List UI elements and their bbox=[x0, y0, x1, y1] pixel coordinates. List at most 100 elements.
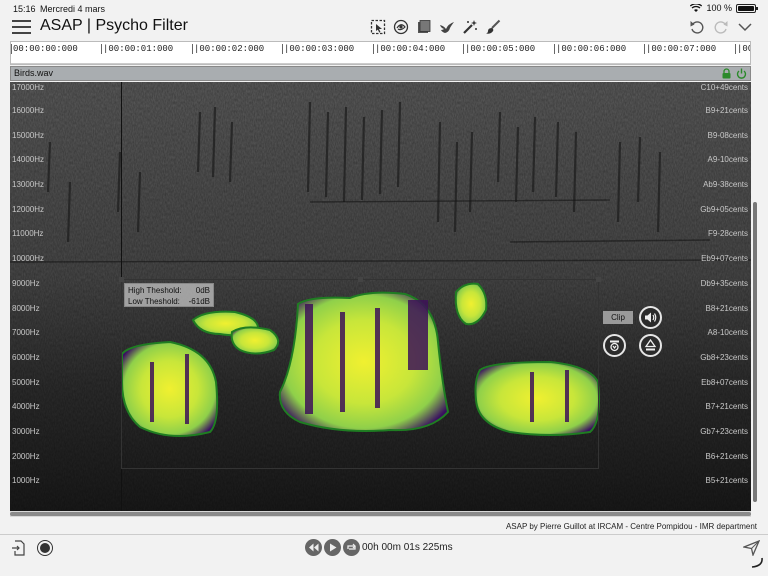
filter-down-icon bbox=[610, 340, 619, 352]
status-bar: 15:16 Mercredi 4 mars 100 % bbox=[0, 0, 768, 16]
ruler-tick: |00:00:04:000 bbox=[373, 44, 446, 54]
ruler-tick: |00:0 bbox=[735, 44, 750, 54]
tool-palette bbox=[369, 18, 502, 36]
note-label: Eb9+07cents bbox=[701, 254, 748, 263]
power-icon[interactable] bbox=[736, 68, 747, 79]
track-header[interactable]: Birds.wav bbox=[10, 66, 751, 81]
redo-icon[interactable] bbox=[712, 18, 730, 36]
note-label: B7+21cents bbox=[705, 402, 748, 411]
freq-label: 11000Hz bbox=[12, 229, 44, 238]
loop-button[interactable] bbox=[343, 539, 360, 556]
rewind-icon bbox=[309, 543, 319, 552]
activity-spinner-icon bbox=[750, 555, 764, 574]
note-label: A9-10cents bbox=[707, 155, 748, 164]
high-threshold-label: High Theshold: bbox=[128, 286, 182, 295]
status-right: 100 % bbox=[690, 3, 758, 13]
lock-icon[interactable] bbox=[721, 68, 732, 79]
note-label: Gb8+23cents bbox=[700, 353, 748, 362]
freq-label: 13000Hz bbox=[12, 180, 45, 189]
high-threshold-value: 0dB bbox=[195, 286, 210, 295]
filter-down-button[interactable] bbox=[603, 334, 626, 357]
note-label: B8+21cents bbox=[705, 304, 748, 313]
horizontal-scroll-thumb[interactable] bbox=[10, 512, 751, 516]
bottom-bar: 00h 00m 01s 225ms bbox=[0, 535, 768, 576]
freq-label: 1000Hz bbox=[12, 476, 40, 485]
selection-handle[interactable] bbox=[358, 277, 363, 282]
speaker-icon bbox=[645, 312, 657, 323]
select-region-icon[interactable] bbox=[369, 18, 387, 36]
battery-level bbox=[738, 5, 754, 11]
note-label: C10+49cents bbox=[700, 83, 748, 92]
status-time: 15:16 bbox=[13, 4, 36, 14]
record-button[interactable] bbox=[37, 540, 53, 556]
note-label: Gb7+23cents bbox=[700, 427, 748, 436]
time-ruler[interactable]: 00:00:00:000 |00:00:01:000 |00:00:02:000… bbox=[10, 41, 751, 65]
vertical-scroll-thumb[interactable] bbox=[753, 202, 757, 502]
hamburger-menu-icon[interactable] bbox=[12, 20, 31, 34]
ruler-tick: 00:00:00:000 bbox=[11, 44, 78, 54]
history-controls bbox=[688, 18, 754, 36]
status-date: Mercredi 4 mars bbox=[40, 4, 106, 14]
spectrogram-view[interactable]: 17000Hz 16000Hz 15000Hz 14000Hz 13000Hz … bbox=[10, 82, 751, 511]
battery-percent: 100 % bbox=[706, 3, 732, 13]
note-label: Ab9-38cents bbox=[703, 180, 748, 189]
magic-wand-icon[interactable] bbox=[461, 18, 479, 36]
speaker-button[interactable] bbox=[639, 306, 662, 329]
eraser-icon[interactable] bbox=[415, 18, 433, 36]
import-file-icon[interactable] bbox=[11, 540, 25, 561]
freq-label: 12000Hz bbox=[12, 205, 45, 214]
app-window: 15:16 Mercredi 4 mars 100 % ASAP | Psych… bbox=[0, 0, 768, 576]
freq-label: 2000Hz bbox=[12, 452, 40, 461]
lasso-icon[interactable] bbox=[392, 18, 410, 36]
freq-label: 7000Hz bbox=[12, 328, 40, 337]
ruler-tick: |00:00:05:000 bbox=[463, 44, 536, 54]
ruler-tick: |00:00:07:000 bbox=[644, 44, 717, 54]
timecode: 00h 00m 01s 225ms bbox=[362, 542, 453, 553]
horizontal-scrollbar[interactable] bbox=[10, 511, 751, 517]
clip-button[interactable]: Clip bbox=[603, 311, 633, 324]
freq-label: 3000Hz bbox=[12, 427, 40, 436]
selection-handle[interactable] bbox=[119, 277, 124, 282]
track-name: Birds.wav bbox=[14, 68, 54, 78]
brush-icon[interactable] bbox=[484, 18, 502, 36]
play-button[interactable] bbox=[324, 539, 341, 556]
freq-label: 6000Hz bbox=[12, 353, 40, 362]
freq-label: 10000Hz bbox=[12, 254, 45, 263]
note-label: B9+21cents bbox=[705, 106, 748, 115]
note-label: Db9+35cents bbox=[700, 279, 748, 288]
loop-icon bbox=[347, 543, 356, 550]
freq-label: 5000Hz bbox=[12, 378, 40, 387]
nav-bar: ASAP | Psycho Filter bbox=[0, 16, 768, 40]
low-threshold-label: Low Theshold: bbox=[128, 297, 180, 306]
credit-text: ASAP by Pierre Guillot at IRCAM - Centre… bbox=[505, 522, 757, 531]
ruler-tick: |00:00:02:000 bbox=[192, 44, 265, 54]
rewind-button[interactable] bbox=[305, 539, 322, 556]
filter-up-button[interactable] bbox=[639, 334, 662, 357]
vertical-scrollbar[interactable] bbox=[752, 82, 758, 511]
selection-handle[interactable] bbox=[596, 277, 601, 282]
chevron-down-icon[interactable] bbox=[736, 18, 754, 36]
note-label: A8-10cents bbox=[707, 328, 748, 337]
freq-label: 8000Hz bbox=[12, 304, 40, 313]
ruler-tick: |00:00:06:000 bbox=[554, 44, 627, 54]
bird-icon[interactable] bbox=[438, 18, 456, 36]
threshold-panel[interactable]: High Theshold: 0dB Low Theshold: -61dB bbox=[124, 283, 214, 307]
note-label: B9-08cents bbox=[707, 131, 748, 140]
transport-controls bbox=[305, 539, 360, 556]
freq-label: 14000Hz bbox=[12, 155, 45, 164]
ruler-tick: |00:00:03:000 bbox=[282, 44, 355, 54]
selection-box[interactable] bbox=[119, 277, 601, 469]
app-title: ASAP | Psycho Filter bbox=[40, 17, 188, 34]
track-icons bbox=[721, 68, 747, 79]
wifi-icon bbox=[690, 3, 703, 12]
play-icon bbox=[330, 543, 337, 552]
low-threshold-value: -61dB bbox=[188, 297, 210, 306]
note-label: Gb9+05cents bbox=[700, 205, 748, 214]
note-label: B6+21cents bbox=[705, 452, 748, 461]
note-label: Eb8+07cents bbox=[701, 378, 748, 387]
ruler-tick: |00:00:01:000 bbox=[101, 44, 174, 54]
undo-icon[interactable] bbox=[688, 18, 706, 36]
freq-label: 17000Hz bbox=[12, 83, 45, 92]
note-label: B5+21cents bbox=[705, 476, 748, 485]
note-label: F9-28cents bbox=[707, 229, 748, 238]
